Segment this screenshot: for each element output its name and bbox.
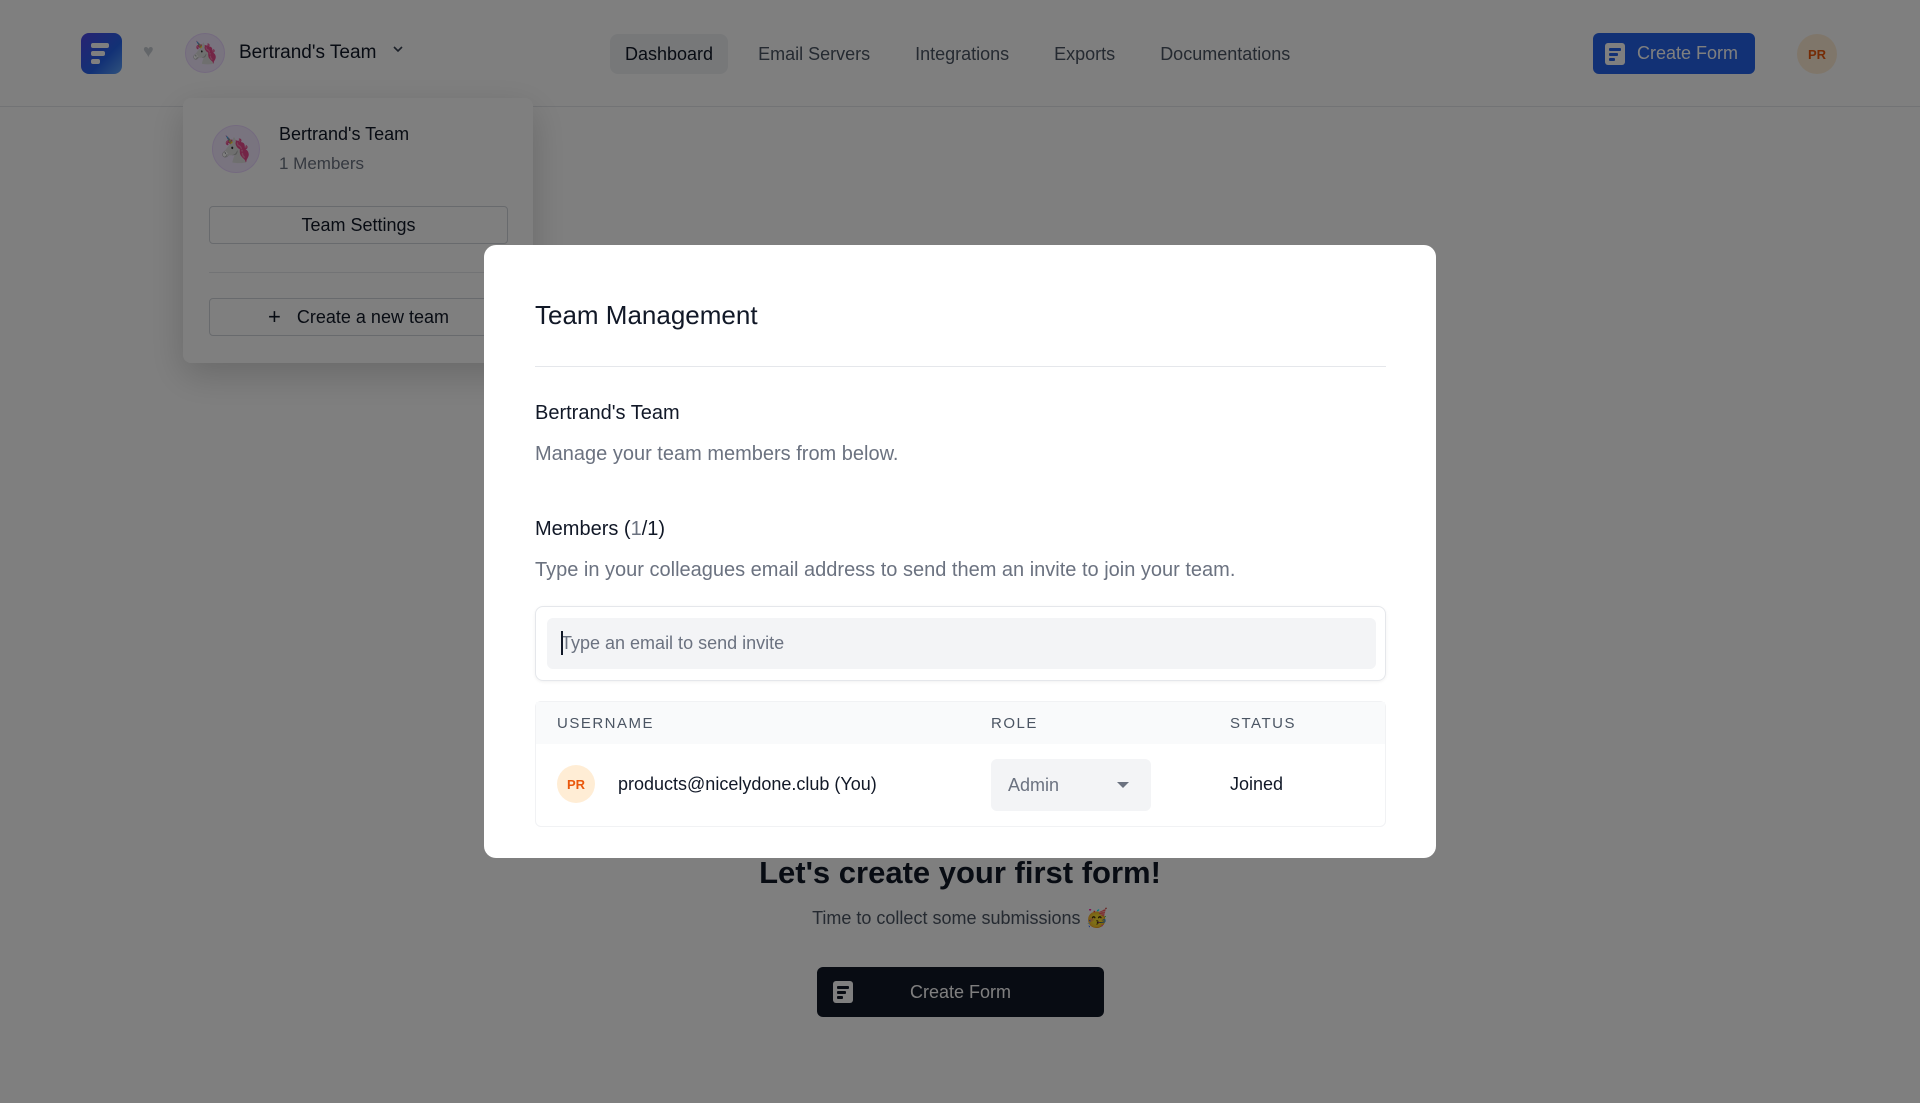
- team-name-heading: Bertrand's Team: [535, 402, 680, 424]
- team-management-modal: Team Management Bertrand's Team Manage y…: [484, 245, 1436, 858]
- modal-divider: [535, 366, 1386, 367]
- members-table: USERNAME ROLE STATUS PR products@nicelyd…: [535, 701, 1386, 827]
- members-count: 1: [630, 518, 642, 540]
- column-header-role: ROLE: [991, 715, 1038, 732]
- invite-field-container: [535, 606, 1386, 681]
- member-status: Joined: [1230, 774, 1284, 794]
- member-username: products@nicelydone.club (You): [618, 774, 877, 794]
- member-avatar: PR: [557, 765, 595, 803]
- column-header-username: USERNAME: [557, 715, 655, 732]
- text-caret: [561, 631, 563, 655]
- members-heading-suffix: /1): [641, 518, 666, 540]
- column-header-status: STATUS: [1230, 715, 1296, 732]
- invite-email-input[interactable]: [547, 618, 1376, 669]
- members-heading: Members (1/1): [535, 518, 665, 541]
- members-description: Type in your colleagues email address to…: [535, 559, 1236, 581]
- role-select-value: Admin: [1008, 775, 1060, 795]
- table-header: USERNAME ROLE STATUS: [536, 702, 1385, 744]
- members-heading-prefix: Members (: [535, 518, 631, 540]
- caret-down-icon: [1117, 782, 1129, 788]
- team-description: Manage your team members from below.: [535, 443, 899, 465]
- role-select[interactable]: Admin: [991, 759, 1151, 811]
- modal-title: Team Management: [535, 300, 758, 330]
